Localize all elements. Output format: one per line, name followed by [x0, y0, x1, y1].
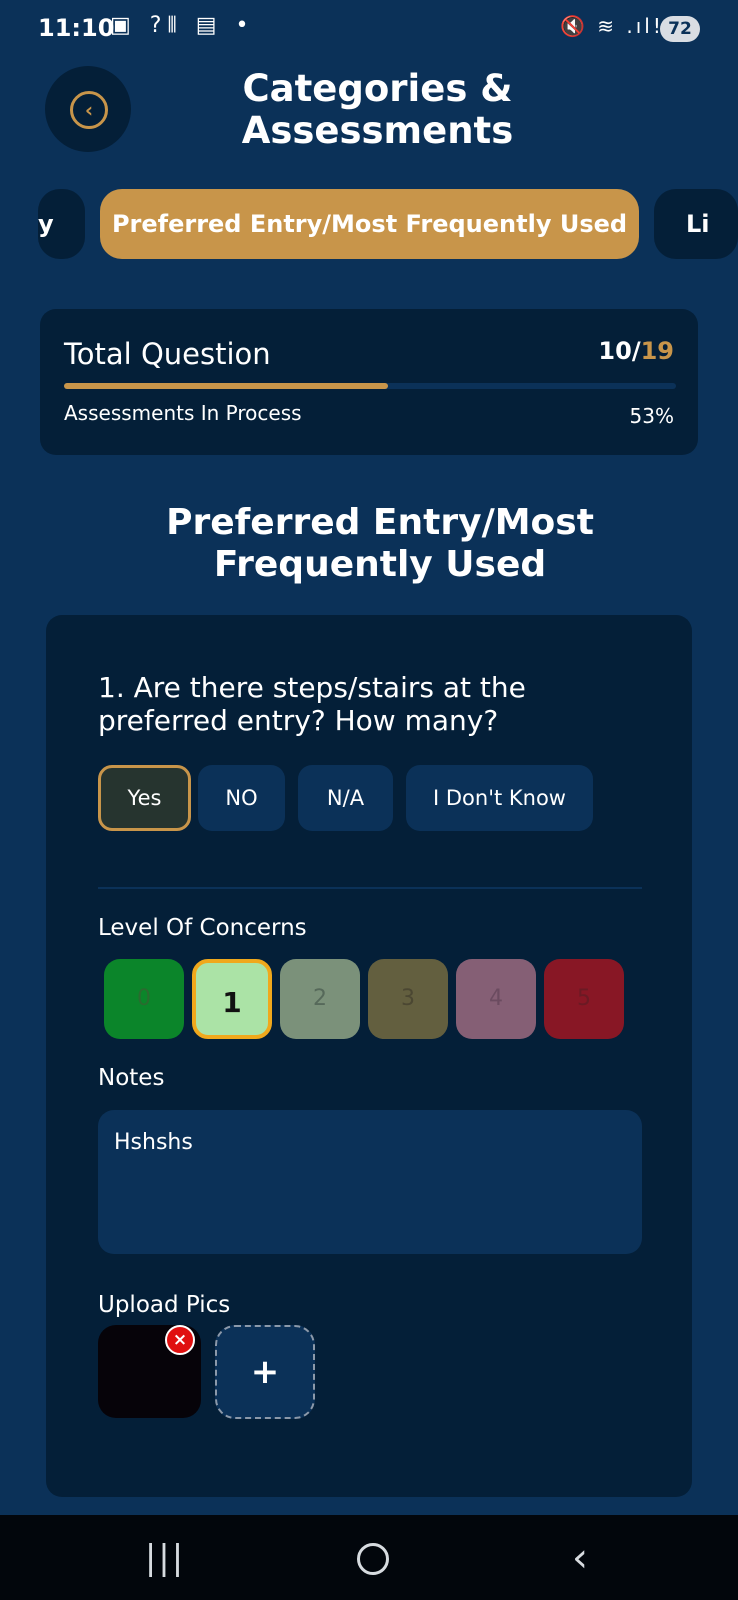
- tab-next-category[interactable]: Li: [654, 189, 738, 259]
- concern-level-5[interactable]: 5: [544, 959, 624, 1039]
- status-bar: 11:10 ▣ ?⫴ ▤ • 🔇 ≋ .ıl! 72: [0, 0, 738, 58]
- section-title: Preferred Entry/Most Frequently Used: [166, 502, 594, 585]
- assessments-status: Assessments In Process: [64, 401, 302, 425]
- level-of-concerns-label: Level Of Concerns: [98, 915, 307, 941]
- question-card: 1. Are there steps/stairs at the preferr…: [46, 615, 692, 1497]
- upload-pics-label: Upload Pics: [98, 1292, 231, 1318]
- home-circle-icon: [357, 1543, 389, 1575]
- concern-level-4[interactable]: 4: [456, 959, 536, 1039]
- concern-level-2[interactable]: 2: [280, 959, 360, 1039]
- page-title: Categories & Assessments: [241, 67, 514, 152]
- status-notification-icons: ▣ ?⫴ ▤ •: [110, 13, 255, 38]
- answer-dont-know-button[interactable]: I Don't Know: [406, 765, 593, 831]
- count-separator: /: [631, 337, 641, 365]
- chevron-left-icon: ‹: [70, 91, 108, 129]
- recents-icon[interactable]: |||: [135, 1533, 195, 1583]
- back-button[interactable]: ‹: [45, 66, 131, 152]
- answer-yes-button[interactable]: Yes: [98, 765, 191, 831]
- question-count: 10/19: [598, 337, 674, 365]
- notes-value: Hshshs: [114, 1130, 193, 1155]
- tab-previous-category[interactable]: y: [38, 189, 85, 259]
- tab-label: y: [38, 210, 54, 238]
- home-icon[interactable]: [350, 1533, 394, 1583]
- status-signal-icons: 🔇 ≋ .ıl!: [560, 14, 664, 38]
- total-count: 19: [640, 337, 674, 365]
- nav-back-icon[interactable]: ‹: [555, 1533, 605, 1583]
- answered-count: 10: [598, 337, 632, 365]
- concern-level-1[interactable]: 1: [192, 959, 272, 1039]
- notes-field[interactable]: Hshshs: [98, 1110, 642, 1254]
- divider: [98, 887, 642, 889]
- question-text: 1. Are there steps/stairs at the preferr…: [98, 671, 526, 737]
- status-time: 11:10: [38, 14, 115, 42]
- category-tabs: y Preferred Entry/Most Frequently Used L…: [0, 189, 738, 259]
- progress-bar: [64, 383, 676, 389]
- progress-card: Total Question 10/19 Assessments In Proc…: [40, 309, 698, 455]
- system-nav-bar: ||| ‹: [0, 1515, 738, 1600]
- answer-na-button[interactable]: N/A: [298, 765, 393, 831]
- notes-label: Notes: [98, 1065, 165, 1091]
- concern-level-3[interactable]: 3: [368, 959, 448, 1039]
- add-photo-button[interactable]: +: [215, 1325, 315, 1419]
- answer-no-button[interactable]: NO: [198, 765, 285, 831]
- battery-icon: 72: [660, 16, 700, 42]
- progress-bar-fill: [64, 383, 389, 389]
- concern-level-0[interactable]: 0: [104, 959, 184, 1039]
- tab-preferred-entry[interactable]: Preferred Entry/Most Frequently Used: [100, 189, 639, 259]
- total-question-label: Total Question: [64, 337, 271, 371]
- remove-photo-icon[interactable]: ×: [165, 1325, 195, 1355]
- progress-percent: 53%: [629, 404, 674, 428]
